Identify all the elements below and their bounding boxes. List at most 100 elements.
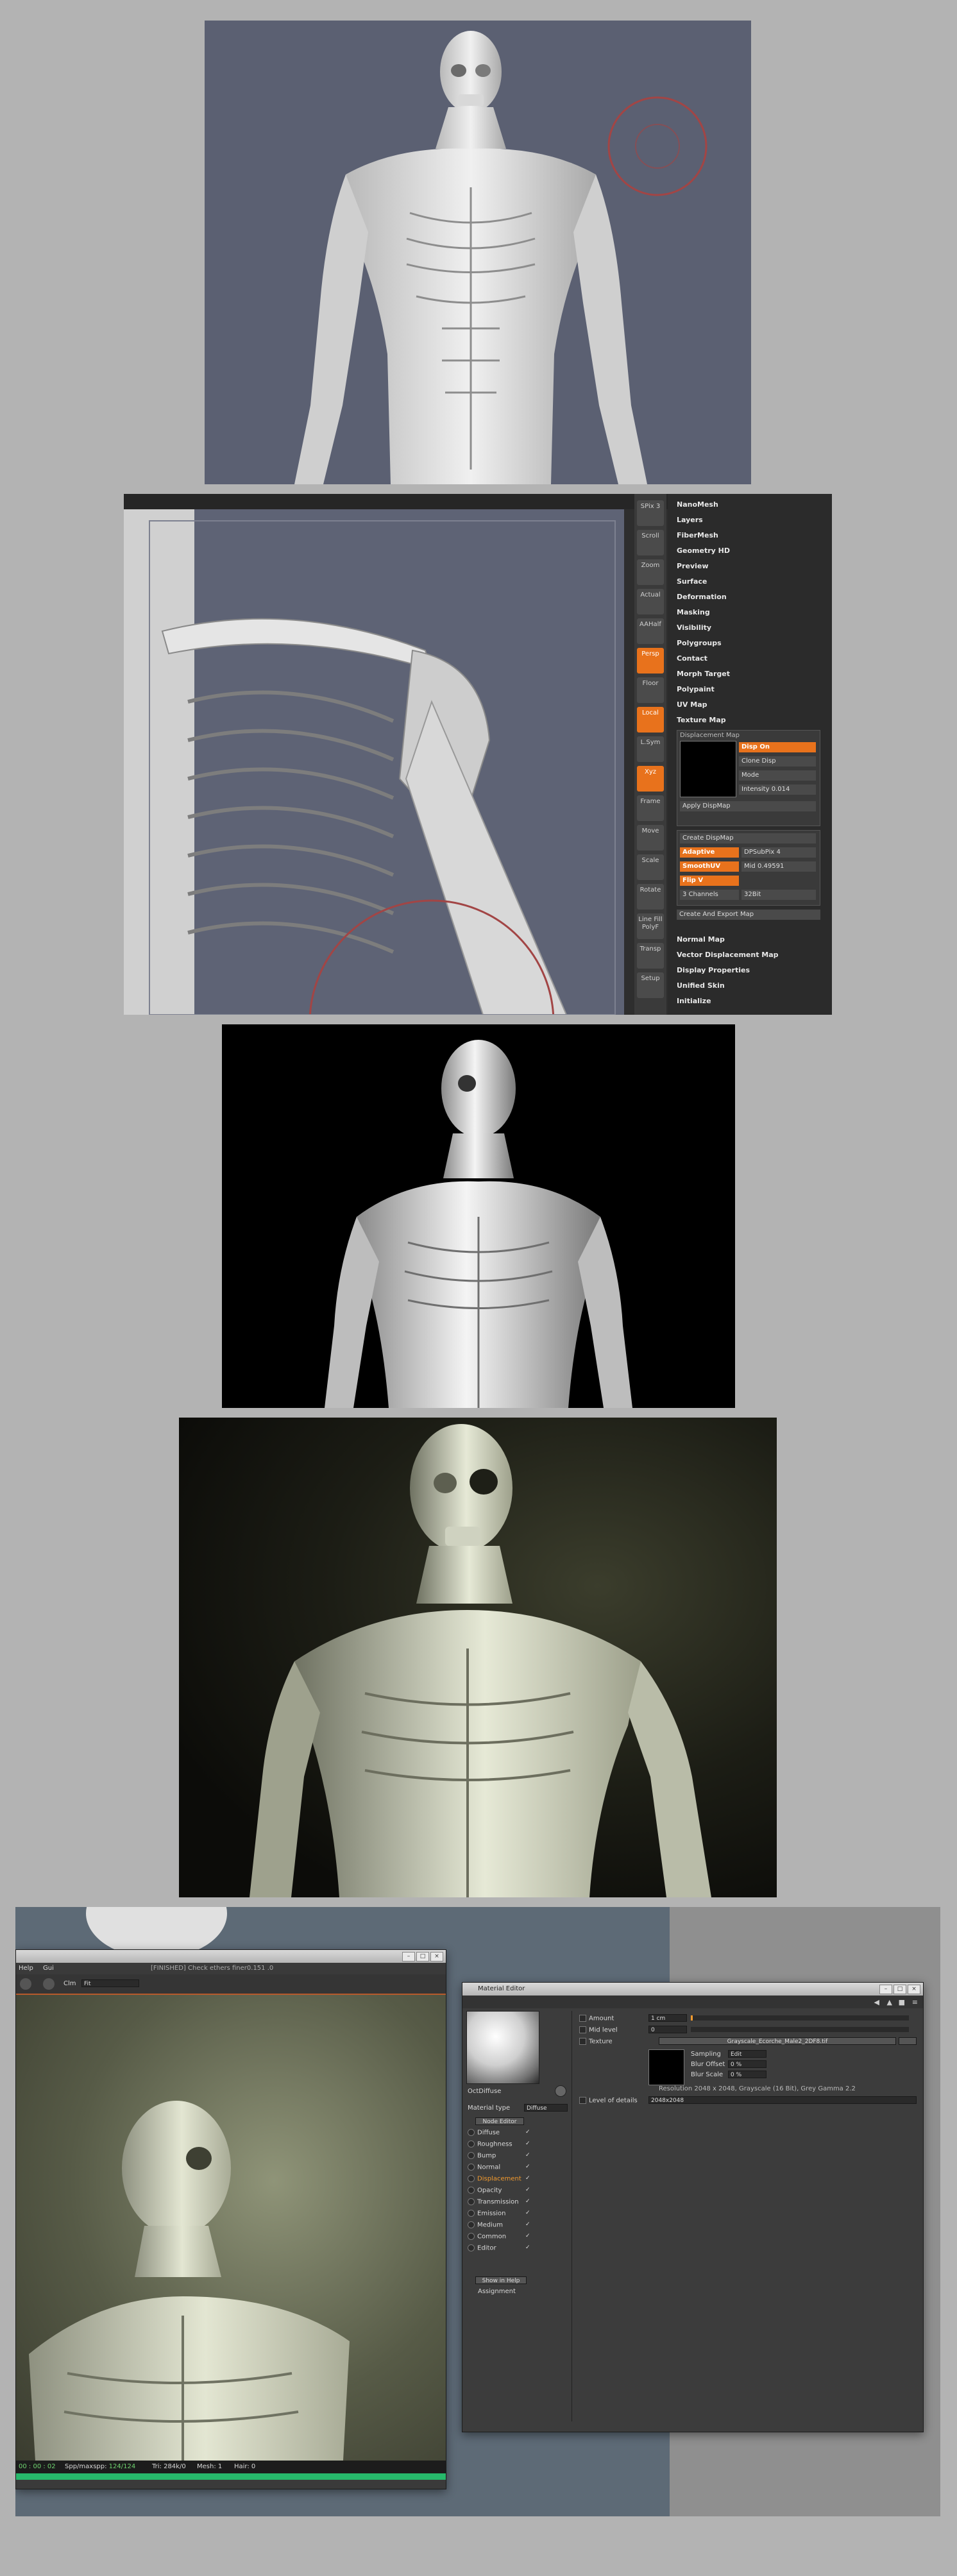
channel-displacement[interactable]: Displacement [468, 2175, 521, 2183]
pin-icon[interactable] [43, 1978, 55, 1990]
mid-level-slider[interactable] [691, 2027, 909, 2032]
channel-checkbox[interactable]: ✓ [525, 2176, 531, 2182]
menu-polygroups[interactable]: Polygroups [677, 639, 722, 647]
channel-expand-icon[interactable] [468, 2187, 475, 2194]
channel-checkbox[interactable]: ✓ [525, 2222, 531, 2228]
texture-anim-dot[interactable] [579, 2038, 586, 2045]
shelf-floor-button[interactable]: Floor [637, 677, 664, 703]
menu-surface[interactable]: Surface [677, 577, 707, 586]
minimize-button[interactable]: – [402, 1952, 415, 1962]
shelf-actual-button[interactable]: Actual [637, 589, 664, 614]
menu-vector-displacement-map[interactable]: Vector Displacement Map [677, 951, 779, 959]
shelf-frame-button[interactable]: Frame [637, 795, 664, 821]
menu-help[interactable]: Help [19, 1965, 33, 1972]
channel-bump[interactable]: Bump [468, 2152, 496, 2160]
maximize-button[interactable]: □ [893, 1985, 906, 1994]
texture-shader-button[interactable]: Grayscale_Ecorche_Male2_2DF8.tif [659, 2037, 896, 2045]
blur-scale-input[interactable]: 0 % [728, 2071, 766, 2078]
menu-layers[interactable]: Layers [677, 516, 703, 524]
channel-diffuse[interactable]: Diffuse [468, 2129, 500, 2137]
create-dispmap-button[interactable]: Create DispMap [680, 833, 816, 843]
channels-label[interactable]: 3 Channels [680, 890, 739, 900]
lock-icon[interactable]: ■ [899, 1998, 905, 2006]
menu-geometry-hd[interactable]: Geometry HD [677, 547, 730, 555]
shelf-setup-button[interactable]: Setup [637, 972, 664, 998]
material-type-select[interactable]: Diffuse [524, 2104, 568, 2112]
lod-anim-dot[interactable] [579, 2097, 586, 2104]
channel-checkbox[interactable]: ✓ [525, 2130, 531, 2135]
texture-menu-button[interactable] [899, 2037, 917, 2045]
channel-checkbox[interactable]: ✓ [525, 2164, 531, 2170]
displacement-thumbnail[interactable] [680, 741, 736, 797]
lock-icon[interactable] [20, 1978, 31, 1990]
channel-expand-icon[interactable] [468, 2198, 475, 2205]
mid-level-anim-dot[interactable] [579, 2026, 586, 2033]
menu-masking[interactable]: Masking [677, 608, 710, 616]
channel-medium[interactable]: Medium [468, 2221, 503, 2229]
channel-checkbox[interactable]: ✓ [525, 2233, 531, 2239]
mode-button[interactable]: Mode [739, 770, 816, 781]
adaptive-toggle[interactable]: Adaptive [680, 847, 739, 858]
shelf-spix-3-button[interactable]: SPix 3 [637, 500, 664, 526]
apply-dispmap-button[interactable]: Apply DispMap [680, 801, 816, 811]
menu-morph-target[interactable]: Morph Target [677, 670, 730, 678]
mid-level-input[interactable]: 0 [648, 2026, 687, 2033]
channel-editor[interactable]: Editor [468, 2244, 496, 2252]
close-button[interactable]: × [430, 1952, 443, 1962]
lod-select[interactable]: 2048x2048 [648, 2096, 917, 2104]
channel-expand-icon[interactable] [468, 2233, 475, 2240]
shelf-line-fill-polyf-button[interactable]: Line Fill PolyF [637, 913, 664, 939]
dpsubpix-slider[interactable]: DPSubPix 4 [741, 847, 816, 858]
shelf-move-button[interactable]: Move [637, 825, 664, 851]
clone-disp-button[interactable]: Clone Disp [739, 756, 816, 767]
shelf-persp-button[interactable]: Persp [637, 648, 664, 674]
shelf-zoom-button[interactable]: Zoom [637, 559, 664, 585]
shelf-scroll-button[interactable]: Scroll [637, 530, 664, 555]
smoothuv-toggle[interactable]: SmoothUV [680, 861, 739, 872]
channel-expand-icon[interactable] [468, 2140, 475, 2148]
menu-polypaint[interactable]: Polypaint [677, 685, 715, 693]
shelf-transp-button[interactable]: Transp [637, 943, 664, 969]
channel-expand-icon[interactable] [468, 2210, 475, 2217]
menu-visibility[interactable]: Visibility [677, 623, 711, 632]
flip-v-toggle[interactable]: Flip V [680, 876, 739, 886]
menu-nanomesh[interactable]: NanoMesh [677, 500, 718, 509]
node-editor-button[interactable]: Node Editor [475, 2117, 524, 2125]
menu-preview[interactable]: Preview [677, 562, 709, 570]
menu-contact[interactable]: Contact [677, 654, 707, 663]
menu-initialize[interactable]: Initialize [677, 997, 711, 1005]
amount-slider[interactable] [691, 2015, 909, 2021]
create-export-map-button[interactable]: Create And Export Map [677, 910, 820, 920]
menu-display-properties[interactable]: Display Properties [677, 966, 750, 974]
bitdepth-button[interactable]: 32Bit [741, 890, 816, 900]
settings-icon[interactable]: ≡ [912, 1998, 918, 2006]
intensity-slider[interactable]: Intensity 0.014 [739, 784, 816, 795]
back-arrow-icon[interactable]: ◀ [874, 1998, 879, 2006]
channel-checkbox[interactable]: ✓ [525, 2210, 531, 2216]
disp-on-button[interactable]: Disp On [739, 742, 816, 752]
channel-checkbox[interactable]: ✓ [525, 2245, 531, 2251]
menu-texture-map[interactable]: Texture Map [677, 716, 726, 724]
assignment-label[interactable]: Assignment [478, 2288, 516, 2295]
reload-icon[interactable] [555, 2085, 566, 2097]
channel-expand-icon[interactable] [468, 2244, 475, 2251]
close-button[interactable]: × [908, 1985, 920, 1994]
channel-expand-icon[interactable] [468, 2164, 475, 2171]
channel-expand-icon[interactable] [468, 2152, 475, 2159]
channel-checkbox[interactable]: ✓ [525, 2153, 531, 2158]
menu-fibermesh[interactable]: FiberMesh [677, 531, 718, 539]
channel-checkbox[interactable]: ✓ [525, 2141, 531, 2147]
maximize-button[interactable]: □ [416, 1952, 429, 1962]
mid-slider[interactable]: Mid 0.49591 [741, 861, 816, 872]
minimize-button[interactable]: – [879, 1985, 892, 1994]
channel-checkbox[interactable]: ✓ [525, 2199, 531, 2205]
shelf-rotate-button[interactable]: Rotate [637, 884, 664, 910]
zbrush-viewport[interactable] [124, 509, 624, 1015]
shelf-xyz-button[interactable]: Xyz [637, 766, 664, 792]
channel-emission[interactable]: Emission [468, 2210, 506, 2217]
channel-expand-icon[interactable] [468, 2129, 475, 2136]
channel-opacity[interactable]: Opacity [468, 2187, 502, 2194]
shelf-local-button[interactable]: Local [637, 707, 664, 733]
blur-offset-input[interactable]: 0 % [728, 2060, 766, 2068]
shelf-aahalf-button[interactable]: AAHalf [637, 618, 664, 644]
